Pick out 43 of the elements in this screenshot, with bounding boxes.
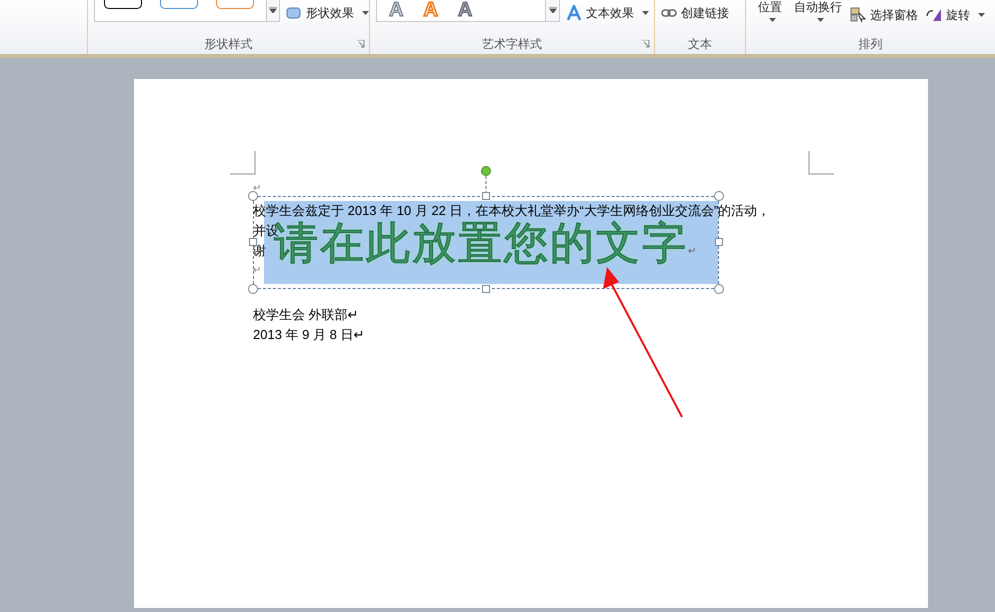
link-icon [661, 8, 677, 18]
gallery-more-button[interactable] [546, 0, 560, 22]
more-icon [268, 7, 277, 13]
group-label: 艺术字样式 [482, 36, 542, 53]
ribbon-button[interactable]: 形状效果 [286, 4, 369, 22]
body-text-line: 校学生会兹定于 2013 年 10 月 22 日，在本校大礼堂举办“大学生网络创业交流会”的活动， [253, 202, 770, 220]
body-text-line: 谢 [253, 242, 266, 260]
rotate-icon [926, 8, 942, 22]
ribbon-button[interactable]: 选择窗格 [850, 6, 918, 24]
resize-handle[interactable] [249, 238, 257, 246]
paragraph-mark: ↵ [253, 264, 261, 278]
body-text-line: 2013 年 9 月 8 日↵ [253, 326, 364, 344]
wordart-text-box[interactable] [253, 196, 719, 289]
margin-corner-mark [808, 151, 834, 175]
paragraph-mark: ↵ [253, 182, 261, 196]
resize-handle[interactable] [248, 191, 258, 201]
resize-handle[interactable] [714, 191, 724, 201]
ribbon-button[interactable]: 自动换行 [794, 1, 842, 22]
more-icon [548, 7, 556, 13]
shape-effect-icon [286, 6, 302, 20]
dialog-launcher-icon[interactable] [642, 40, 650, 48]
resize-handle[interactable] [248, 284, 258, 294]
group-label: 排列 [858, 36, 882, 53]
resize-handle[interactable] [482, 285, 490, 293]
group-label: 形状样式 [204, 36, 252, 53]
shape-style-swatch[interactable] [216, 0, 254, 9]
group-label: 文本 [688, 36, 712, 53]
dialog-launcher-icon[interactable] [357, 40, 365, 48]
resize-handle[interactable] [714, 284, 724, 294]
shape-style-swatch[interactable] [160, 0, 198, 9]
ribbon-button[interactable]: 文本效果 [566, 4, 649, 22]
body-text-line: 校学生会 外联部↵ [253, 306, 359, 324]
resize-handle[interactable] [715, 238, 723, 246]
ribbon-button[interactable]: 旋转 [926, 6, 985, 24]
ribbon-button[interactable]: 创建链接 [661, 4, 729, 22]
gallery-more-button[interactable] [266, 0, 280, 22]
selection-pane-icon [850, 7, 866, 23]
text-effect-icon [566, 5, 582, 21]
margin-corner-mark [230, 151, 256, 175]
ribbon-button[interactable]: 位置 [758, 1, 782, 22]
shape-style-swatch[interactable] [104, 0, 142, 9]
resize-handle[interactable] [482, 192, 490, 200]
paragraph-mark: ↵ [688, 245, 696, 259]
